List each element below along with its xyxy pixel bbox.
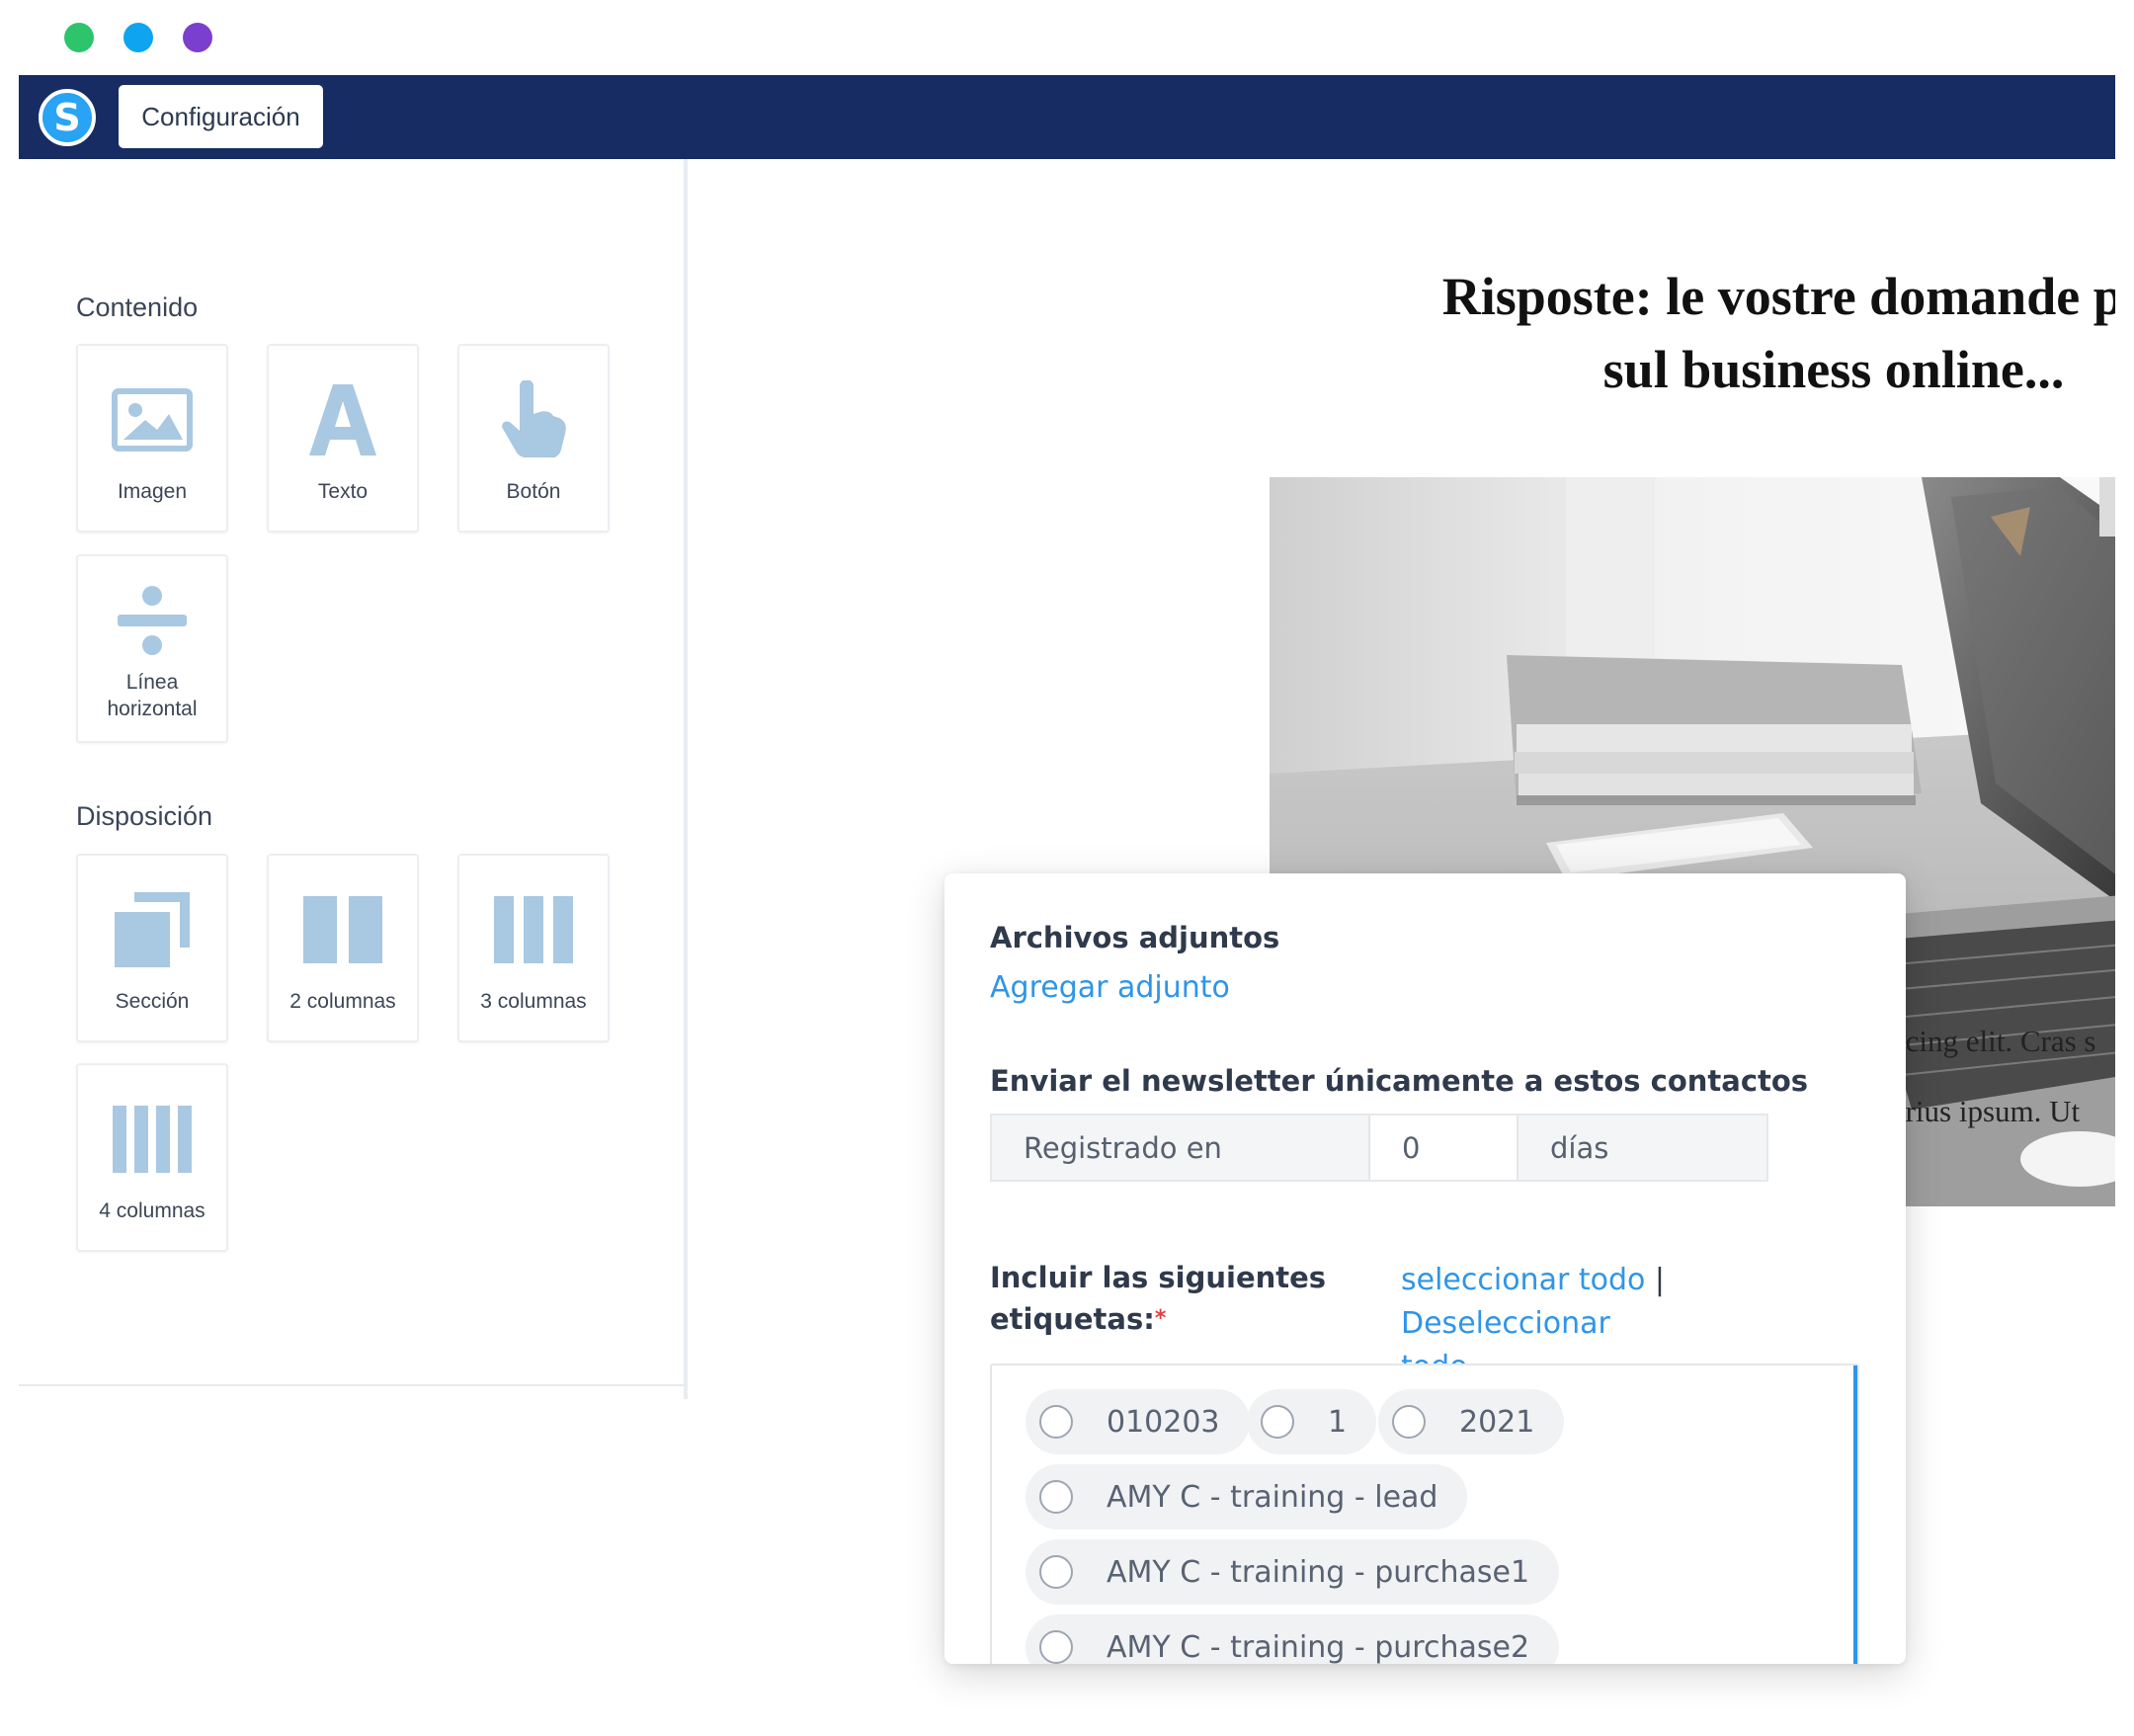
tag-chip[interactable]: AMY C - training - purchase2 — [1026, 1614, 1560, 1664]
add-attachment-link[interactable]: Agregar adjunto — [990, 970, 1230, 1005]
select-all-link[interactable]: seleccionar todo — [1401, 1263, 1645, 1297]
tag-chip[interactable]: AMY C - training - lead — [1026, 1464, 1468, 1529]
block-text[interactable]: Texto — [267, 344, 419, 533]
block-label: Botón — [506, 480, 561, 503]
registered-filter: Registrado en 0 días — [990, 1114, 1768, 1182]
tags-list[interactable]: 010203 1 2021 AMY C - training - lead AM… — [990, 1364, 1859, 1664]
days-input[interactable]: 0 — [1370, 1116, 1518, 1180]
panel-divider — [19, 1384, 688, 1386]
tag-chip[interactable]: AMY C - training - purchase1 — [1026, 1539, 1560, 1605]
radio-icon — [1039, 1480, 1073, 1514]
window-dot-purple — [183, 23, 212, 52]
article-body-line: ırius ipsum. Ut — [1897, 1094, 2081, 1128]
radio-icon — [1261, 1405, 1294, 1439]
block-label: Imagen — [117, 480, 188, 503]
tag-chip[interactable]: 2021 — [1378, 1389, 1565, 1454]
window-dot-blue — [123, 23, 153, 52]
block-button[interactable]: Botón — [457, 344, 610, 533]
block-label: Sección — [115, 990, 190, 1013]
four-columns-icon — [78, 1095, 226, 1184]
layout-section-title: Disposición — [76, 801, 213, 831]
section-icon — [78, 885, 226, 974]
three-columns-icon — [459, 885, 608, 974]
radio-icon — [1039, 1405, 1073, 1439]
include-tags-title: Incluir las siguientes etiquetas:* — [990, 1261, 1327, 1336]
button-hand-icon — [459, 375, 608, 464]
blocks-sidebar: Contenido Imagen Texto Botón Línea horiz… — [19, 159, 688, 1399]
two-columns-icon — [269, 885, 417, 974]
image-icon — [78, 375, 226, 464]
article-title[interactable]: Risposte: le vostre domande più sc sul b… — [1290, 260, 2115, 406]
text-icon — [269, 375, 417, 464]
block-four-columns[interactable]: 4 columnas — [76, 1063, 228, 1252]
radio-icon — [1392, 1405, 1426, 1439]
block-label: 3 columnas — [480, 990, 587, 1013]
send-only-title: Enviar el newsletter únicamente a estos … — [990, 1064, 1809, 1098]
block-image[interactable]: Imagen — [76, 344, 228, 533]
tags-scrollbar[interactable] — [1853, 1365, 1857, 1664]
radio-icon — [1039, 1555, 1073, 1589]
radio-icon — [1039, 1630, 1073, 1664]
days-unit: días — [1550, 1130, 1609, 1165]
block-label: 2 columnas — [289, 990, 396, 1013]
block-label: 4 columnas — [99, 1199, 205, 1222]
tag-chip[interactable]: 1 — [1247, 1389, 1377, 1454]
block-label: Línea horizontal — [107, 671, 198, 720]
block-two-columns[interactable]: 2 columnas — [267, 854, 419, 1042]
article-body-line: ıcing elit. Cras s — [1897, 1024, 2096, 1058]
content-section-title: Contenido — [76, 292, 199, 322]
required-asterisk: * — [1154, 1306, 1167, 1331]
tag-chip[interactable]: 010203 — [1026, 1389, 1250, 1454]
block-three-columns[interactable]: 3 columnas — [457, 854, 610, 1042]
block-section[interactable]: Sección — [76, 854, 228, 1042]
block-label: Texto — [317, 480, 369, 503]
link-separator: | — [1654, 1263, 1665, 1297]
attachments-title: Archivos adjuntos — [990, 921, 1280, 954]
registered-label: Registrado en — [992, 1116, 1370, 1180]
window-dot-green — [64, 23, 94, 52]
configuration-button[interactable]: Configuración — [119, 85, 323, 148]
app-logo[interactable]: S — [39, 89, 96, 146]
newsletter-settings-modal: Archivos adjuntos Agregar adjunto Enviar… — [944, 873, 1906, 1664]
block-horizontal-line[interactable]: Línea horizontal — [76, 554, 228, 743]
top-bar: S Configuración — [19, 75, 2115, 159]
divider-icon — [78, 576, 226, 665]
